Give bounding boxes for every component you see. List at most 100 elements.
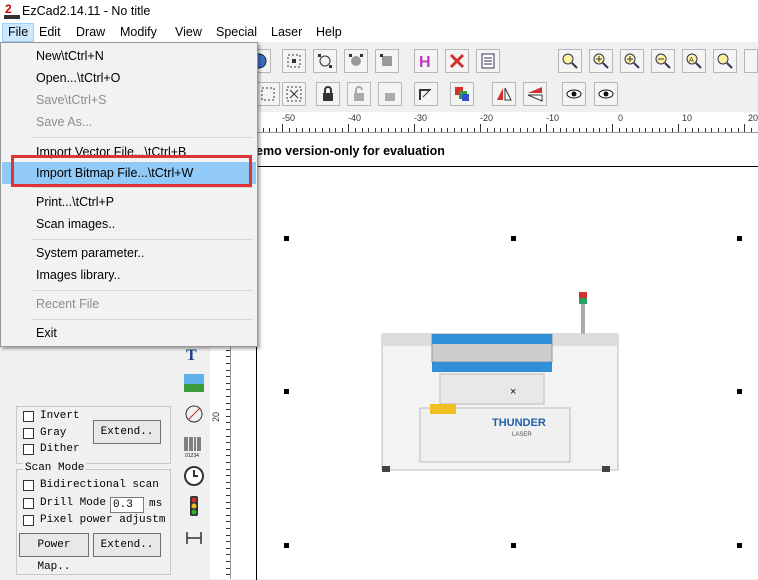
ruler-tick: [315, 128, 316, 132]
svg-text:H: H: [419, 54, 431, 70]
menu-special[interactable]: Special: [211, 24, 262, 41]
zoom-in-icon[interactable]: [589, 49, 613, 73]
ruler-label: -10: [546, 113, 559, 123]
menu-item-scan-images[interactable]: Scan images..: [2, 213, 256, 235]
selection-handle[interactable]: [737, 389, 742, 394]
bitmap-properties-panel: Invert Gray Dither Extend.. Scan Mode Bi…: [0, 400, 170, 579]
mirror-vertical-icon[interactable]: [523, 82, 547, 106]
lock-icon[interactable]: [316, 82, 340, 106]
demo-watermark-text: emo version-only for evaluation: [256, 144, 445, 158]
svg-text:×: ×: [510, 386, 516, 398]
selection-handle[interactable]: [284, 236, 289, 241]
eye-all-icon[interactable]: [594, 82, 618, 106]
ruler-tick: [751, 128, 752, 132]
menu-item-exit[interactable]: Exit: [2, 322, 256, 344]
zoom-select-icon[interactable]: [744, 49, 758, 73]
ungroup-icon[interactable]: [375, 49, 399, 73]
ruler-tick: [355, 128, 356, 132]
selection-handle[interactable]: [511, 543, 516, 548]
menu-item-save-as[interactable]: Save As...: [2, 111, 256, 133]
ruler-tick: [226, 535, 230, 536]
select-grid-icon[interactable]: [282, 82, 306, 106]
menu-view[interactable]: View: [170, 24, 207, 41]
timer-tool-icon[interactable]: [182, 464, 206, 488]
extend-button[interactable]: Extend..: [93, 420, 161, 444]
selection-handle[interactable]: [511, 236, 516, 241]
ruler-tick: [685, 128, 686, 132]
ruler-tick: [226, 502, 230, 503]
zoom-object-icon[interactable]: [713, 49, 737, 73]
ruler-tick: [309, 128, 310, 132]
imported-bitmap-laser-machine[interactable]: × THUNDER LASER: [380, 290, 624, 475]
group-icon[interactable]: [344, 49, 368, 73]
select-icon[interactable]: [256, 82, 280, 106]
ruler-tick: [226, 422, 230, 423]
menu-modify[interactable]: Modify: [115, 24, 162, 41]
menu-help[interactable]: Help: [311, 24, 347, 41]
svg-text:T: T: [186, 347, 197, 364]
eye-icon[interactable]: [562, 82, 586, 106]
vector-tool-icon[interactable]: [182, 402, 206, 426]
ruler-tick: [401, 128, 402, 132]
bitmap-tool-icon[interactable]: [182, 372, 206, 396]
ruler-tick: [461, 128, 462, 132]
list-icon[interactable]: [476, 49, 500, 73]
ruler-tick: [738, 128, 739, 132]
menu-item-save[interactable]: Save\tCtrl+S: [2, 89, 256, 111]
svg-text:2: 2: [5, 2, 12, 16]
hatch-icon[interactable]: H: [414, 49, 438, 73]
ruler-tick: [375, 128, 376, 132]
tools-icon[interactable]: [445, 49, 469, 73]
menu-item-new[interactable]: New\tCtrl+N: [2, 45, 256, 67]
ruler-tick: [226, 482, 230, 483]
ruler-tick: [586, 128, 587, 132]
ruler-tick: [645, 128, 646, 132]
select-nodes-icon[interactable]: [313, 49, 337, 73]
extend-scan-button[interactable]: Extend..: [93, 533, 161, 557]
menu-draw[interactable]: Draw: [71, 24, 110, 41]
unlock-icon[interactable]: [347, 82, 371, 106]
align-icon[interactable]: [414, 82, 438, 106]
selection-handle[interactable]: [737, 543, 742, 548]
ruler-tick: [500, 128, 501, 132]
menu-laser[interactable]: Laser: [266, 24, 307, 41]
ruler-tick: [282, 124, 283, 132]
ruler-tick: [612, 124, 613, 132]
zoom-all-icon[interactable]: A: [682, 49, 706, 73]
ruler-tick: [652, 128, 653, 132]
ruler-tick: [520, 128, 521, 132]
menu-edit[interactable]: Edit: [34, 24, 66, 41]
scan-mode-title: Scan Mode: [23, 462, 86, 474]
ruler-tick: [467, 128, 468, 132]
menu-item-images-library[interactable]: Images library..: [2, 264, 256, 286]
io-port-tool-icon[interactable]: [182, 494, 206, 518]
unlock-all-icon[interactable]: [378, 82, 402, 106]
mirror-horizontal-icon[interactable]: [492, 82, 516, 106]
extend-axis-tool-icon[interactable]: [182, 526, 206, 550]
menu-item-print[interactable]: Print...\tCtrl+P: [2, 191, 256, 213]
node-edit-icon[interactable]: [282, 49, 306, 73]
ruler-tick: [414, 124, 415, 132]
ruler-tick: [302, 128, 303, 132]
menu-item-recent-file[interactable]: Recent File: [2, 293, 256, 315]
power-map-button[interactable]: Power Map..: [19, 533, 89, 557]
color-order-icon[interactable]: [450, 82, 474, 106]
zoom-plus-icon[interactable]: [620, 49, 644, 73]
drill-time-input[interactable]: 0.3: [110, 497, 144, 513]
ezcad-logo-icon: 2: [4, 2, 20, 20]
ruler-tick: [226, 449, 230, 450]
selection-handle[interactable]: [284, 389, 289, 394]
ruler-tick: [619, 128, 620, 132]
ruler-tick: [226, 515, 230, 516]
menu-file[interactable]: File: [2, 23, 34, 42]
zoom-out-icon[interactable]: [651, 49, 675, 73]
selection-handle[interactable]: [737, 236, 742, 241]
ruler-label: -20: [480, 113, 493, 123]
left-tool-strip: T 01234: [178, 330, 208, 560]
selection-handle[interactable]: [284, 543, 289, 548]
menu-item-system-parameter[interactable]: System parameter..: [2, 242, 256, 264]
ruler-tick: [421, 128, 422, 132]
zoom-icon[interactable]: [558, 49, 582, 73]
menu-item-open[interactable]: Open...\tCtrl+O: [2, 67, 256, 89]
barcode-tool-icon[interactable]: 01234: [182, 434, 206, 458]
